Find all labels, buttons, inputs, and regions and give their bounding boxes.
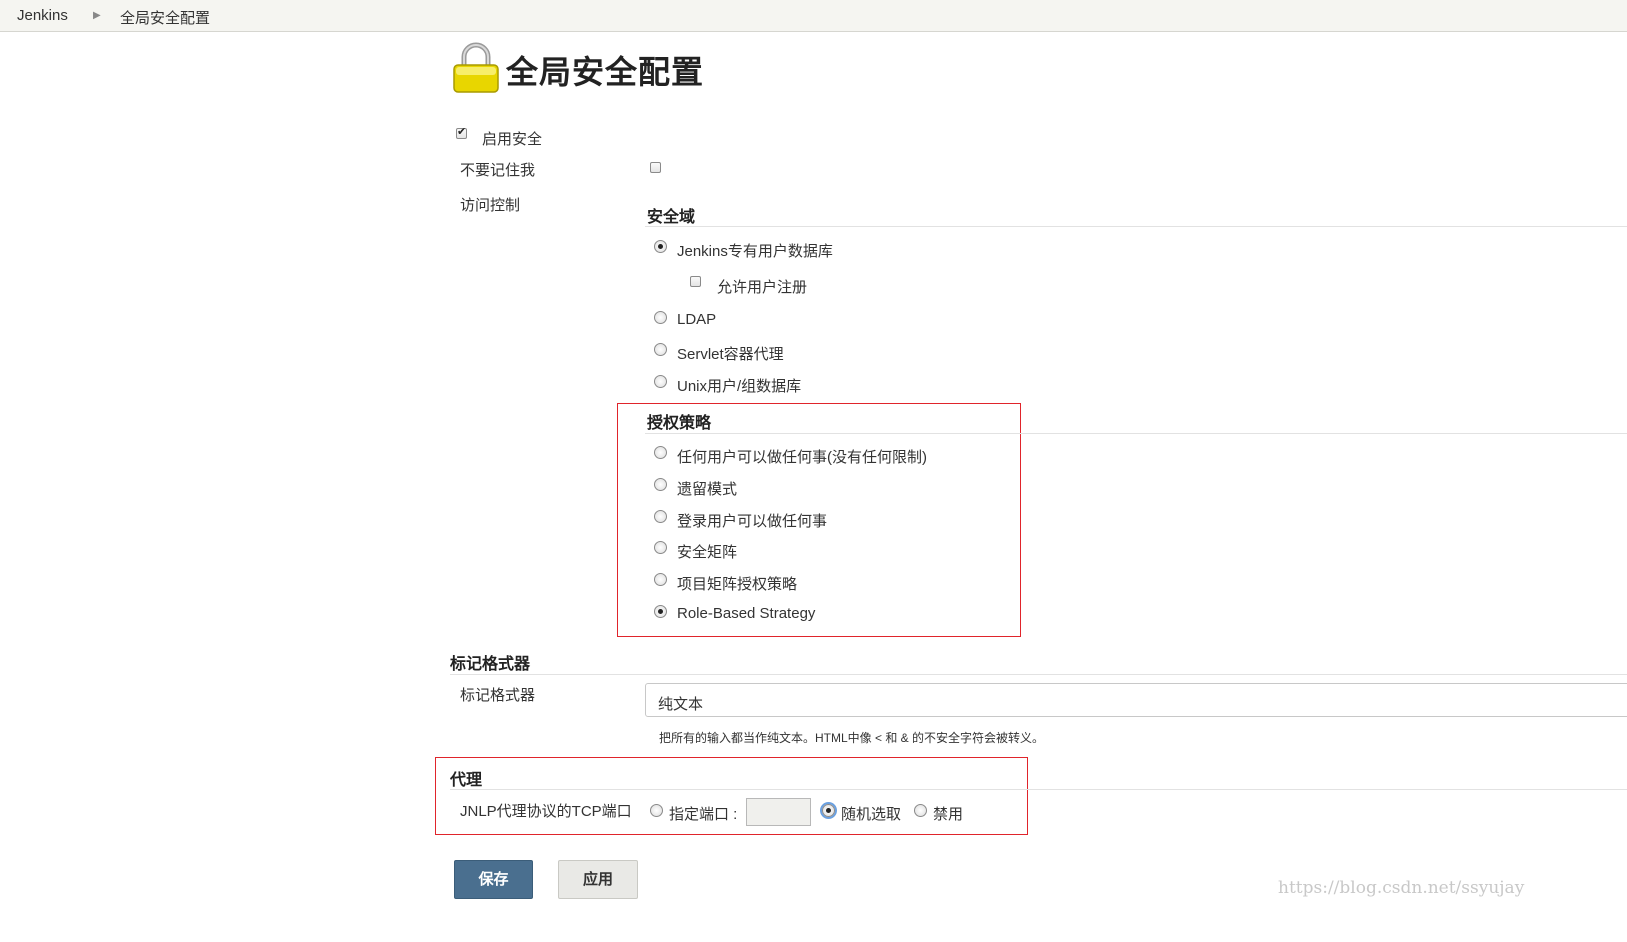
divider xyxy=(450,789,1627,790)
auth-radio-matrix[interactable] xyxy=(654,541,667,554)
jnlp-disable-radio[interactable] xyxy=(914,804,927,817)
jnlp-random-port-label: 随机选取 xyxy=(841,806,902,823)
enable-security-label: 启用安全 xyxy=(482,131,543,148)
security-realm-heading: 安全域 xyxy=(647,209,696,226)
auth-option-label: Role-Based Strategy xyxy=(677,605,816,622)
lock-icon xyxy=(452,42,500,94)
realm-radio-servlet[interactable] xyxy=(654,343,667,356)
auth-option-label: 登录用户可以做任何事 xyxy=(677,513,828,530)
realm-option-label: LDAP xyxy=(677,311,717,328)
markup-formatter-value: 纯文本 xyxy=(658,696,704,713)
jnlp-port-input[interactable] xyxy=(746,798,811,826)
divider xyxy=(645,433,1627,434)
access-control-label: 访问控制 xyxy=(460,197,521,214)
apply-button[interactable]: 应用 xyxy=(558,860,638,899)
realm-option-label: Servlet容器代理 xyxy=(677,346,784,363)
page-title: 全局安全配置 xyxy=(506,54,705,90)
remember-me-label: 不要记住我 xyxy=(460,162,536,179)
allow-signup-checkbox[interactable] xyxy=(690,276,701,287)
divider xyxy=(450,674,1627,675)
breadcrumb-current-page[interactable]: 全局安全配置 xyxy=(120,7,210,28)
markup-formatter-select[interactable]: 纯文本 xyxy=(645,683,1627,717)
remember-me-checkbox[interactable] xyxy=(650,162,661,173)
markup-formatter-heading: 标记格式器 xyxy=(450,656,531,673)
realm-option-label: Unix用户/组数据库 xyxy=(677,378,802,395)
auth-option-label: 安全矩阵 xyxy=(677,544,738,561)
watermark: https://blog.csdn.net/ssyujay xyxy=(1278,878,1525,898)
realm-radio-jenkins-db[interactable] xyxy=(654,240,667,253)
save-button[interactable]: 保存 xyxy=(454,860,533,899)
realm-radio-ldap[interactable] xyxy=(654,311,667,324)
jnlp-disable-label: 禁用 xyxy=(933,806,964,823)
auth-radio-role-based[interactable] xyxy=(654,605,667,618)
divider xyxy=(645,226,1627,227)
enable-security-checkbox[interactable] xyxy=(456,125,467,139)
realm-option-label: Jenkins专有用户数据库 xyxy=(677,243,833,260)
realm-radio-unix[interactable] xyxy=(654,375,667,388)
breadcrumb-jenkins-link[interactable]: Jenkins xyxy=(17,7,68,24)
auth-radio-project-matrix[interactable] xyxy=(654,573,667,586)
auth-radio-anyone[interactable] xyxy=(654,446,667,459)
auth-radio-legacy[interactable] xyxy=(654,478,667,491)
authorization-heading: 授权策略 xyxy=(647,415,712,432)
chevron-right-icon[interactable]: ▶ xyxy=(93,10,101,21)
auth-option-label: 遗留模式 xyxy=(677,481,738,498)
breadcrumb: Jenkins ▶ 全局安全配置 xyxy=(0,0,1627,32)
jnlp-random-port-radio[interactable] xyxy=(822,804,835,817)
auth-option-label: 项目矩阵授权策略 xyxy=(677,576,798,593)
jnlp-fixed-port-label: 指定端口 : xyxy=(669,806,738,823)
proxy-heading: 代理 xyxy=(450,772,483,789)
auth-radio-logged-in[interactable] xyxy=(654,510,667,523)
markup-formatter-label: 标记格式器 xyxy=(460,687,536,704)
markup-formatter-help: 把所有的输入都当作纯文本。HTML中像 < 和 & 的不安全字符会被转义。 xyxy=(659,731,1045,745)
jnlp-port-label: JNLP代理协议的TCP端口 xyxy=(460,803,632,820)
auth-option-label: 任何用户可以做任何事(没有任何限制) xyxy=(677,449,927,466)
jnlp-fixed-port-radio[interactable] xyxy=(650,804,663,817)
allow-signup-label: 允许用户注册 xyxy=(717,279,808,296)
